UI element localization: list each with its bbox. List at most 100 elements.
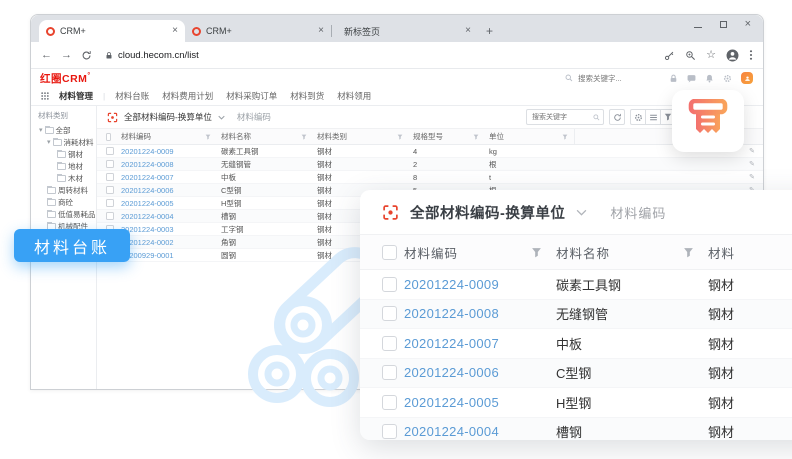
view-title[interactable]: 全部材料编码-换算单位 xyxy=(124,111,212,123)
edit-pencil-icon[interactable]: ✎ xyxy=(741,173,763,181)
overlay-view-title[interactable]: 全部材料编码-换算单位 xyxy=(410,202,565,223)
edit-pencil-icon[interactable]: ✎ xyxy=(741,160,763,168)
settings-button[interactable] xyxy=(630,109,646,125)
row-checkbox[interactable] xyxy=(106,186,114,194)
global-search[interactable] xyxy=(565,73,660,84)
apps-grid-icon[interactable] xyxy=(41,92,49,100)
material-code-link[interactable]: 20201224-0006 xyxy=(404,365,556,380)
close-tab-icon[interactable]: × xyxy=(172,26,178,36)
filter-funnel-icon[interactable] xyxy=(301,134,307,140)
menu-item[interactable]: 材料费用计划 xyxy=(162,90,213,102)
row-checkbox[interactable] xyxy=(106,199,114,207)
row-checkbox[interactable] xyxy=(106,160,114,168)
chevron-down-icon[interactable] xyxy=(218,115,225,120)
close-tab-icon[interactable]: × xyxy=(465,26,471,36)
minimize-icon[interactable] xyxy=(694,27,702,28)
table-row[interactable]: 20201224-0007 中板 钢材 8 t ✎ xyxy=(97,171,763,184)
row-checkbox[interactable] xyxy=(382,395,397,410)
reload-icon[interactable] xyxy=(81,50,92,61)
filter-funnel-icon[interactable] xyxy=(473,134,479,140)
forward-icon[interactable]: → xyxy=(61,50,72,61)
overlay-table-row[interactable]: 20201224-0007 中板 钢材 xyxy=(360,329,792,359)
material-code-link[interactable]: 20201224-0003 xyxy=(117,225,217,234)
tree-item[interactable]: ▾消耗材料 xyxy=(38,136,96,148)
row-checkbox[interactable] xyxy=(106,147,114,155)
browser-tab-crm-2[interactable]: CRM+ × xyxy=(185,20,331,42)
message-icon[interactable] xyxy=(687,74,696,83)
profile-avatar-icon[interactable] xyxy=(726,49,739,62)
tree-item[interactable]: 低值易耗品 xyxy=(38,208,96,220)
filter-funnel-icon[interactable] xyxy=(397,134,403,140)
row-checkbox[interactable] xyxy=(382,277,397,292)
table-row[interactable]: 20201224-0009 碳素工具钢 钢材 4 kg ✎ xyxy=(97,145,763,158)
material-code-link[interactable]: 20201224-0004 xyxy=(117,212,217,221)
overlay-table-row[interactable]: 20201224-0004 槽钢 钢材 xyxy=(360,418,792,441)
global-search-input[interactable] xyxy=(576,73,660,84)
refresh-button[interactable] xyxy=(609,109,625,125)
zoom-icon[interactable] xyxy=(685,50,696,61)
list-view-button[interactable] xyxy=(645,109,661,125)
material-code-link[interactable]: 20201224-0007 xyxy=(117,173,217,182)
lock-icon[interactable] xyxy=(669,74,678,83)
filter-funnel-icon[interactable] xyxy=(562,134,568,140)
tree-item[interactable]: 钢材 xyxy=(38,148,96,160)
list-search-input[interactable] xyxy=(530,113,593,122)
row-checkbox[interactable] xyxy=(106,173,114,181)
material-code-link[interactable]: 20200929-0001 xyxy=(117,251,217,260)
user-avatar[interactable] xyxy=(741,72,753,84)
material-code-link[interactable]: 20201224-0004 xyxy=(404,424,556,439)
browser-tab-crm-1[interactable]: CRM+ × xyxy=(39,20,185,42)
row-checkbox[interactable] xyxy=(382,424,397,439)
edit-pencil-icon[interactable]: ✎ xyxy=(741,147,763,155)
browser-tab-newtab[interactable]: 新标签页 × xyxy=(332,20,478,42)
material-code-link[interactable]: 20201224-0007 xyxy=(404,336,556,351)
menu-item[interactable]: 材料采购订单 xyxy=(226,90,277,102)
module-title[interactable]: 材料管理 xyxy=(59,90,93,102)
select-all-checkbox[interactable] xyxy=(382,245,397,260)
overlay-table-row[interactable]: 20201224-0009 碳素工具钢 钢材 xyxy=(360,270,792,300)
table-row[interactable]: 20201224-0008 无缝钢管 钢材 2 根 ✎ xyxy=(97,158,763,171)
menu-dots-icon[interactable] xyxy=(749,49,753,61)
bell-icon[interactable] xyxy=(705,74,714,83)
close-window-icon[interactable]: × xyxy=(745,20,751,29)
tree-item[interactable]: 商砼 xyxy=(38,196,96,208)
overlay-table-row[interactable]: 20201224-0008 无缝钢管 钢材 xyxy=(360,300,792,330)
new-tab-button[interactable]: + xyxy=(486,24,493,38)
caret-icon[interactable]: ▾ xyxy=(39,127,43,134)
filter-funnel-icon[interactable] xyxy=(205,134,211,140)
bookmark-star-icon[interactable]: ☆ xyxy=(706,50,716,61)
select-all-checkbox[interactable] xyxy=(106,133,111,141)
maximize-icon[interactable] xyxy=(720,21,727,28)
material-code-link[interactable]: 20201224-0009 xyxy=(404,277,556,292)
caret-icon[interactable]: ▾ xyxy=(47,139,51,146)
list-search[interactable] xyxy=(526,109,604,125)
tree-item[interactable]: 地材 xyxy=(38,160,96,172)
material-code-link[interactable]: 20201224-0006 xyxy=(117,186,217,195)
tree-item[interactable]: ▾全部 xyxy=(38,124,96,136)
url-field[interactable]: cloud.hecom.cn/list xyxy=(105,50,655,61)
material-code-link[interactable]: 20201224-0005 xyxy=(404,395,556,410)
material-code-link[interactable]: 20201224-0008 xyxy=(117,160,217,169)
material-code-link[interactable]: 20201224-0008 xyxy=(404,306,556,321)
tree-item[interactable]: 周转材料 xyxy=(38,184,96,196)
row-checkbox[interactable] xyxy=(382,306,397,321)
back-icon[interactable]: ← xyxy=(41,50,52,61)
filter-funnel-icon[interactable] xyxy=(531,247,542,258)
key-icon[interactable] xyxy=(664,50,675,61)
gear-icon[interactable] xyxy=(723,74,732,83)
menu-item[interactable]: 材料到货 xyxy=(290,90,324,102)
row-checkbox[interactable] xyxy=(382,336,397,351)
chevron-down-icon[interactable] xyxy=(576,209,587,216)
overlay-table-row[interactable]: 20201224-0006 C型钢 钢材 xyxy=(360,359,792,389)
menu-item[interactable]: 材料台账 xyxy=(115,90,149,102)
material-code-link[interactable]: 20201224-0009 xyxy=(117,147,217,156)
close-tab-icon[interactable]: × xyxy=(318,26,324,36)
material-code-link[interactable]: 20201224-0002 xyxy=(117,238,217,247)
row-checkbox[interactable] xyxy=(382,365,397,380)
filter-funnel-icon[interactable] xyxy=(683,247,694,258)
material-code-link[interactable]: 20201224-0005 xyxy=(117,199,217,208)
overlay-table-row[interactable]: 20201224-0005 H型钢 钢材 xyxy=(360,388,792,418)
tree-item[interactable]: 木材 xyxy=(38,172,96,184)
row-checkbox[interactable] xyxy=(106,212,114,220)
menu-item[interactable]: 材料领用 xyxy=(337,90,371,102)
